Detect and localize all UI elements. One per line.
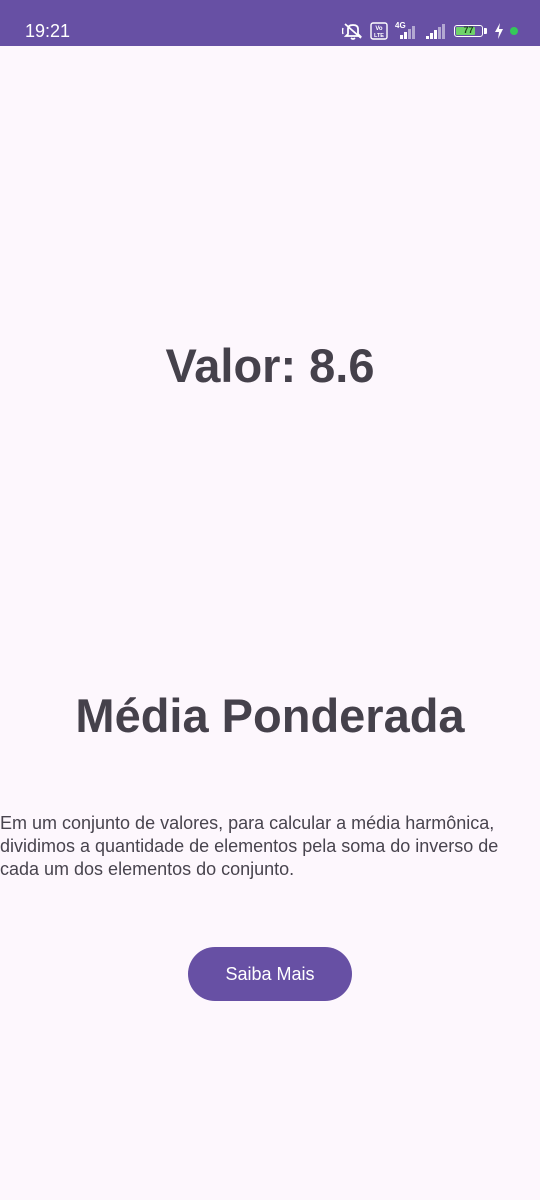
page-title: Média Ponderada: [75, 689, 465, 742]
status-bar: 19:21 Vo LTE 4G 77: [0, 0, 540, 46]
value-label: Valor: 8.6: [165, 339, 375, 392]
status-icons: Vo LTE 4G 77: [342, 20, 518, 42]
battery-percent: 77: [463, 25, 474, 35]
signal-icon-secondary: [424, 21, 448, 41]
green-dot-icon: [510, 27, 518, 35]
status-time: 19:21: [25, 21, 71, 41]
description-text: Em um conjunto de valores, para calcular…: [0, 813, 499, 879]
volte-icon: Vo LTE: [370, 22, 388, 40]
network-type-label: 4G: [395, 21, 406, 30]
battery-icon: 77: [454, 24, 488, 38]
signal-icon: 4G: [394, 21, 418, 41]
mute-icon: [342, 21, 364, 41]
learn-more-button[interactable]: Saiba Mais: [188, 947, 352, 1001]
charging-icon: [494, 23, 504, 39]
svg-text:Vo: Vo: [375, 26, 383, 32]
svg-text:LTE: LTE: [374, 33, 384, 39]
